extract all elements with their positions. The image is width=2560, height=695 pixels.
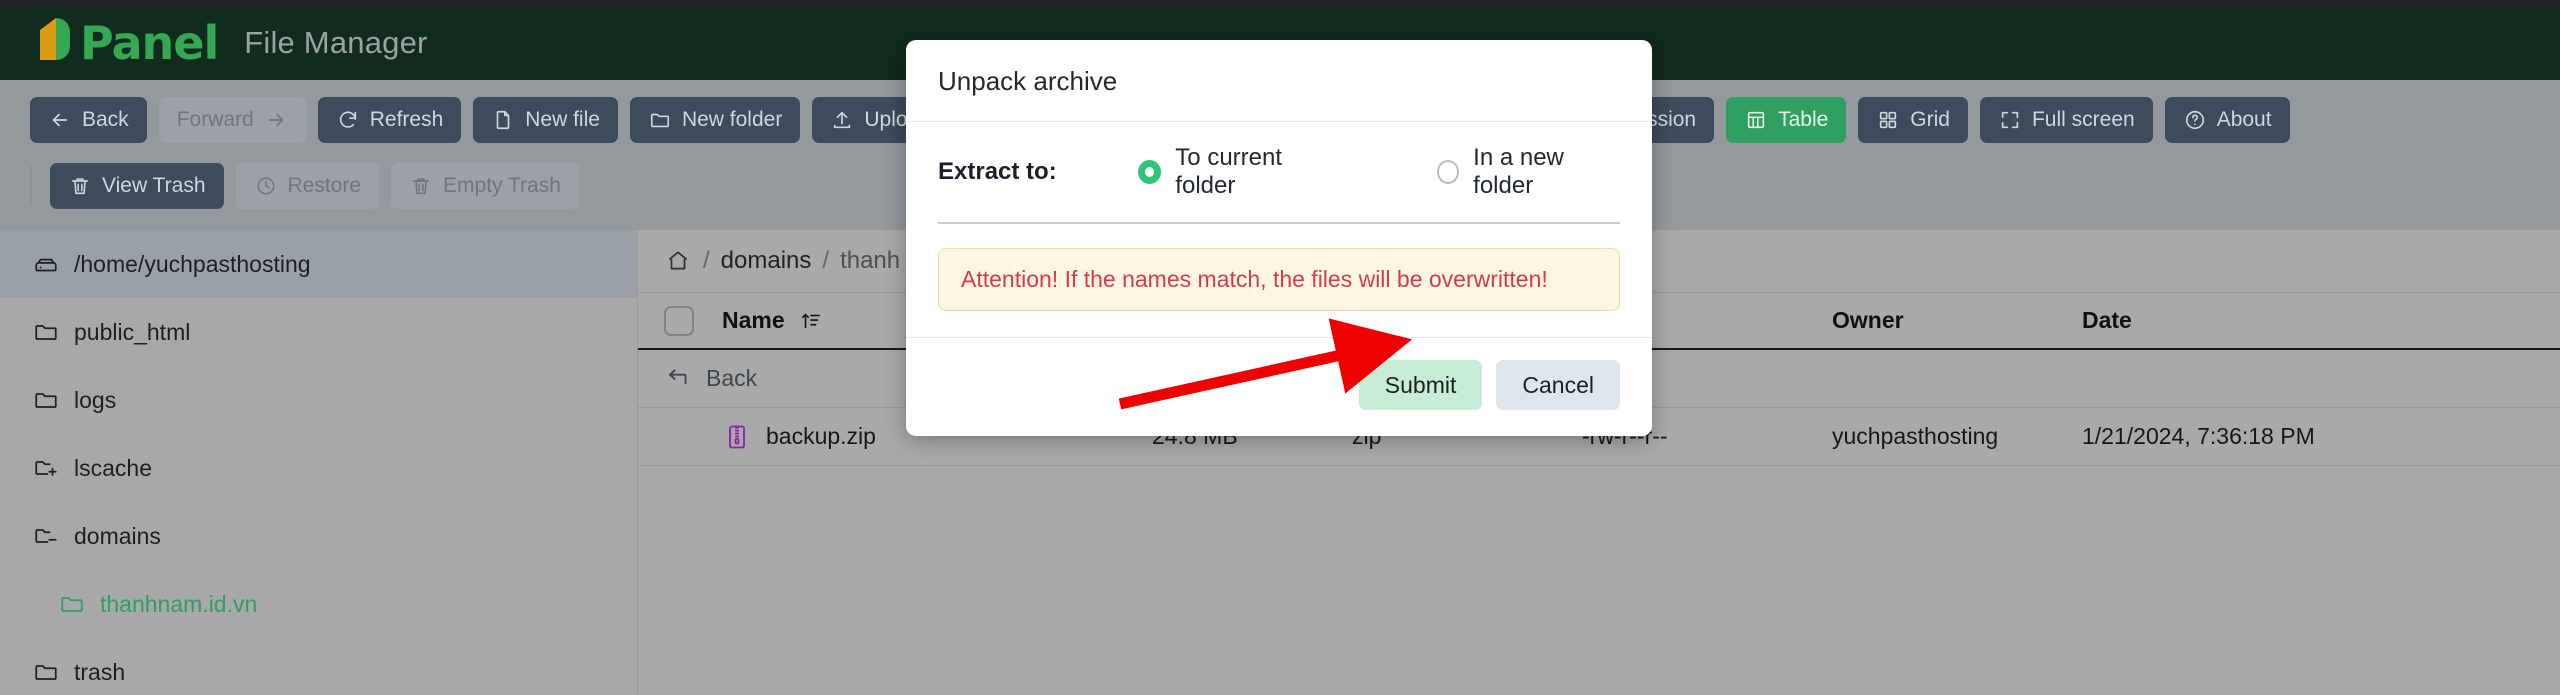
sidebar-item-lscache[interactable]: lscache — [0, 434, 637, 502]
column-header-name-label: Name — [722, 307, 785, 333]
file-date: 1/21/2024, 7:36:18 PM — [2082, 423, 2315, 449]
overwrite-warning: Attention! If the names match, the files… — [938, 248, 1620, 311]
sidebar-item-label: /home/yuchpasthosting — [74, 250, 311, 277]
fullscreen-icon — [1998, 108, 2022, 132]
breadcrumb-separator: / — [703, 247, 710, 274]
select-all-checkbox-cell — [664, 305, 722, 336]
new-file-button-label: New file — [525, 108, 600, 131]
grid-view-label: Grid — [1910, 108, 1950, 131]
dialog-footer: Submit Cancel — [906, 337, 1652, 436]
table-view-button[interactable]: Table — [1726, 97, 1847, 143]
forward-button-label: Forward — [176, 108, 254, 131]
breadcrumb-separator: / — [822, 247, 830, 274]
drive-icon — [32, 250, 60, 278]
unpack-archive-dialog: Unpack archive Extract to: To current fo… — [906, 40, 1652, 436]
refresh-button[interactable]: Refresh — [317, 97, 462, 143]
grid-icon — [1876, 108, 1900, 132]
new-folder-button-label: New folder — [681, 108, 783, 131]
column-header-date[interactable]: Date — [2082, 307, 2560, 334]
dialog-body: Extract to: To current folder In a new f… — [906, 122, 1652, 337]
table-icon — [1744, 108, 1768, 132]
new-file-button[interactable]: New file — [473, 97, 618, 143]
radio-selected-icon[interactable] — [1138, 160, 1162, 184]
folder-minus-icon — [32, 522, 60, 550]
extract-to-row: Extract to: To current folder In a new f… — [938, 144, 1620, 224]
sidebar-item-label: trash — [74, 658, 126, 685]
table-view-label: Table — [1778, 108, 1829, 131]
grid-view-button[interactable]: Grid — [1858, 97, 1968, 143]
folder-icon — [32, 318, 60, 346]
about-label: About — [2216, 108, 2272, 131]
sidebar-item-label: public_html — [74, 318, 191, 345]
folder-plus-icon — [32, 454, 60, 482]
radio-in-a-new-folder[interactable]: In a new folder — [1436, 144, 1621, 200]
logo-wordmark: Panel — [80, 16, 219, 70]
sidebar-item-label: lscache — [74, 454, 152, 481]
file-icon — [491, 108, 515, 132]
submit-button[interactable]: Submit — [1358, 360, 1483, 410]
back-button[interactable]: Back — [30, 97, 147, 143]
full-screen-label: Full screen — [2031, 108, 2135, 131]
refresh-icon — [336, 108, 360, 132]
trash-icon — [409, 174, 433, 198]
toolbar-divider — [30, 166, 32, 206]
folder-icon — [32, 658, 60, 686]
question-icon — [2183, 108, 2207, 132]
sidebar: /home/yuchpasthosting public_html logs l… — [0, 230, 638, 695]
sidebar-item-thanhnam-id-vn[interactable]: thanhnam.id.vn — [0, 570, 637, 638]
sidebar-item-logs[interactable]: logs — [0, 366, 637, 434]
sidebar-item-label: domains — [74, 522, 161, 549]
upload-icon — [830, 108, 854, 132]
clock-icon — [254, 174, 278, 198]
arrow-right-icon — [264, 108, 288, 132]
onepanel-logo-icon — [30, 16, 82, 70]
sidebar-item-public-html[interactable]: public_html — [0, 298, 637, 366]
file-manager-app: Panel File Manager Back Forward Refresh … — [0, 0, 2560, 695]
radio-to-current-folder[interactable]: To current folder — [1138, 144, 1337, 200]
folder-icon — [648, 108, 672, 132]
sidebar-item-domains[interactable]: domains — [0, 502, 637, 570]
breadcrumb-item-domains[interactable]: domains — [721, 247, 812, 275]
home-icon[interactable] — [664, 247, 692, 275]
back-arrow-icon — [664, 365, 692, 393]
cancel-button[interactable]: Cancel — [1496, 360, 1620, 410]
folder-icon — [58, 590, 86, 618]
file-name: backup.zip — [766, 423, 876, 449]
sidebar-item-home-path[interactable]: /home/yuchpasthosting — [0, 230, 637, 298]
view-trash-label: View Trash — [102, 174, 206, 197]
back-row-label: Back — [706, 365, 758, 391]
radio-in-a-new-folder-label: In a new folder — [1473, 144, 1564, 199]
zip-icon — [722, 422, 752, 452]
sort-ascending-icon[interactable] — [799, 309, 823, 333]
radio-unselected-icon[interactable] — [1436, 160, 1460, 184]
arrow-left-icon — [48, 108, 72, 132]
sidebar-item-label: logs — [74, 386, 117, 413]
app-logo: Panel — [30, 16, 219, 70]
select-all-checkbox[interactable] — [664, 305, 694, 336]
sidebar-item-trash[interactable]: trash — [0, 638, 637, 695]
column-header-owner[interactable]: Owner — [1832, 307, 2082, 334]
page-title: File Manager — [244, 25, 428, 60]
folder-icon — [32, 386, 60, 414]
restore-button[interactable]: Restore — [235, 163, 380, 209]
empty-trash-label: Empty Trash — [443, 174, 561, 197]
new-folder-button[interactable]: New folder — [629, 97, 801, 143]
forward-button[interactable]: Forward — [158, 97, 306, 143]
breadcrumb-item-current[interactable]: thanh — [840, 247, 900, 275]
refresh-button-label: Refresh — [369, 108, 444, 131]
sidebar-item-label: thanhnam.id.vn — [100, 590, 258, 617]
restore-label: Restore — [287, 174, 362, 197]
back-button-label: Back — [82, 108, 129, 131]
trash-icon — [68, 174, 92, 198]
empty-trash-button[interactable]: Empty Trash — [391, 163, 579, 209]
extract-to-label: Extract to: — [938, 158, 1057, 185]
dialog-title: Unpack archive — [906, 40, 1652, 122]
view-trash-button[interactable]: View Trash — [50, 163, 224, 209]
file-owner: yuchpasthosting — [1832, 423, 1999, 449]
about-button[interactable]: About — [2164, 97, 2290, 143]
radio-to-current-folder-label: To current folder — [1175, 144, 1283, 199]
full-screen-button[interactable]: Full screen — [1979, 97, 2153, 143]
